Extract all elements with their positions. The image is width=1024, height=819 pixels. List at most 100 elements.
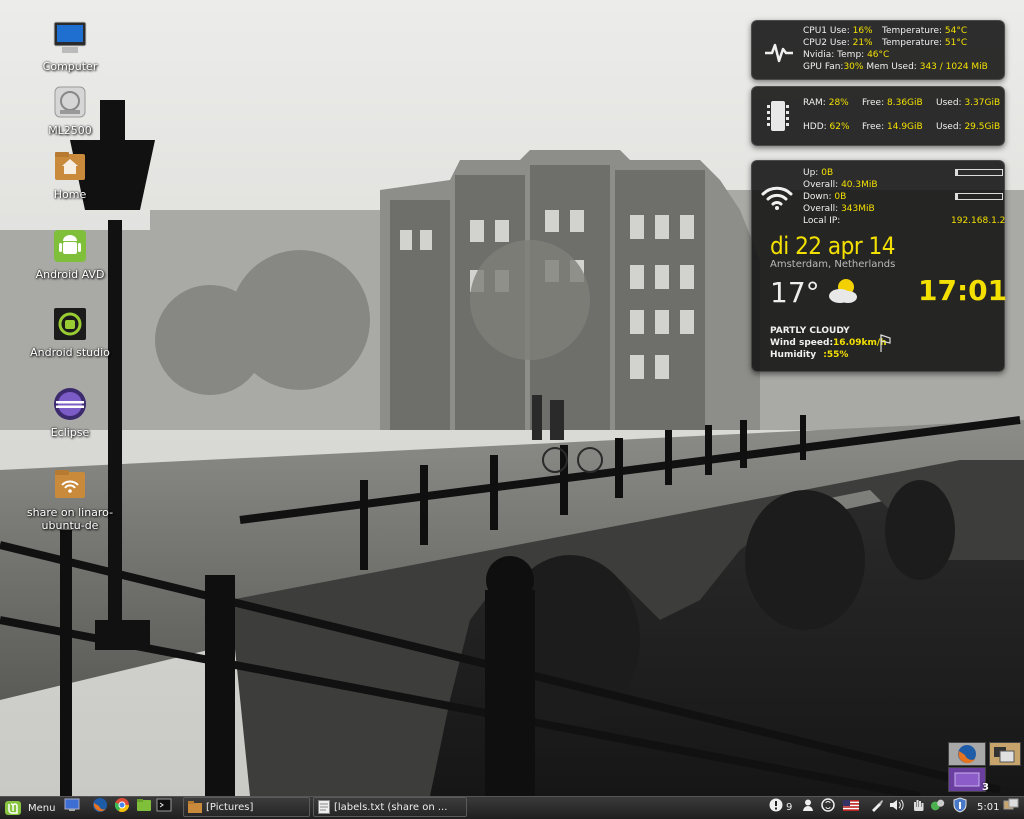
text-editor-icon (318, 800, 330, 814)
window-stack-icon (994, 747, 1015, 763)
android-studio-icon (52, 306, 88, 342)
hdd-label: HDD: (803, 122, 827, 132)
workspace-count-badge: 3 (982, 782, 989, 793)
user-icon[interactable] (800, 797, 816, 813)
eclipse-icon (52, 386, 88, 422)
workspace-thumbnail-1[interactable] (948, 742, 986, 766)
desktop-icon-android-studio[interactable]: Android studio (25, 306, 115, 359)
weather-location: Amsterdam, Netherlands (770, 259, 896, 270)
taskbar-window-labels-txt[interactable]: [labels.txt (share on ... (313, 797, 467, 817)
pen-tool-icon[interactable] (869, 797, 885, 813)
hand-icon[interactable] (910, 797, 926, 813)
menu-label: Menu (28, 802, 56, 814)
nvidia-label: Nvidia: Temp: (803, 50, 865, 60)
cpu1-label: CPU1 Use: (803, 26, 850, 36)
printer-icon (52, 84, 88, 120)
desktop-icon-network-share[interactable]: share on linaro-ubuntu-de (25, 466, 115, 532)
mint-logo-icon (5, 801, 21, 815)
upload-bar (955, 169, 1003, 176)
pulse-icon (764, 37, 794, 70)
desktop-switcher-icon[interactable] (1003, 797, 1019, 813)
cpu2-label: CPU2 Use: (803, 38, 850, 48)
workspace-thumbnail-3[interactable] (948, 767, 986, 792)
desktop-icon-printer[interactable]: ML2500 (25, 84, 115, 137)
hdd-used: 29.5GiB (964, 122, 1001, 132)
network-status-icon[interactable] (930, 797, 946, 813)
ram-free: 8.36GiB (887, 98, 923, 108)
net-down: 0B (834, 192, 847, 202)
partly-cloudy-icon (826, 277, 860, 308)
net-down-label: Down: (803, 192, 832, 202)
desktop-icon-label: Computer (42, 60, 98, 73)
skype-icon[interactable] (820, 797, 836, 813)
desktop-icon-android-avd[interactable]: Android AVD (25, 228, 115, 281)
security-shield-icon[interactable] (952, 797, 968, 813)
desktop-icon-home[interactable]: Home (25, 148, 115, 201)
weather-temperature: 17° (770, 276, 820, 309)
terminal-icon[interactable] (156, 797, 172, 813)
chrome-icon[interactable] (114, 797, 130, 813)
desktop-icon-computer[interactable]: Computer (25, 20, 115, 73)
wind-label: Wind speed: (770, 338, 834, 348)
taskbar-window-pictures[interactable]: [Pictures] (183, 797, 310, 817)
local-ip-label: Local IP: (803, 216, 841, 226)
ram-used-label: Used: (936, 98, 962, 108)
net-overall-up-label: Overall: (803, 180, 839, 190)
cpu2-temp: 51°C (944, 38, 968, 48)
clock[interactable]: 5:01 (977, 802, 999, 813)
conky-cpu-panel: CPU1 Use: 16% Temperature: 54°C CPU2 Use… (751, 20, 1005, 80)
gpu-fan-label: GPU Fan: (803, 62, 844, 72)
workspace-thumbnail-2[interactable] (989, 742, 1021, 766)
cpu2-temp-label: Temperature: (882, 38, 943, 48)
weather-time: 17:01 (918, 274, 1008, 307)
weather-date: di 22 apr 14 (770, 232, 896, 260)
cpu1-use: 16% (852, 26, 873, 36)
ram-used: 3.37GiB (964, 98, 1001, 108)
upload-bar-fill (956, 170, 959, 175)
monitor-icon (52, 20, 88, 56)
desktop-icon-label: Android AVD (35, 268, 105, 281)
net-overall-down: 343MiB (841, 204, 875, 214)
network-share-icon (52, 466, 88, 502)
hdd-free: 14.9GiB (887, 122, 923, 132)
taskbar: Menu [Pictures] [labels.txt (share on ..… (0, 796, 1024, 819)
download-bar (955, 193, 1003, 200)
ram-percent: 28% (828, 98, 849, 108)
purple-window-icon (954, 772, 980, 787)
nvidia-temp: 46°C (867, 50, 890, 60)
firefox-icon[interactable] (92, 797, 108, 813)
ram-free-label: Free: (862, 98, 885, 108)
net-overall-down-label: Overall: (803, 204, 839, 214)
hdd-used-label: Used: (936, 122, 962, 132)
gpu-fan: 30% (843, 62, 864, 72)
firefox-icon (958, 745, 976, 764)
conky-network-weather-panel: Up: 0B Overall: 40.3MiB Down: 0B Overall… (751, 160, 1008, 372)
show-desktop-icon[interactable] (64, 797, 80, 813)
android-icon (52, 228, 88, 264)
menu-button[interactable]: Menu (4, 797, 55, 819)
files-icon[interactable] (136, 797, 152, 813)
volume-icon[interactable] (889, 797, 905, 813)
hdd-free-label: Free: (862, 122, 885, 132)
cpu2-use: 21% (852, 38, 873, 48)
mem-used: 343 / 1024 MiB (919, 62, 988, 72)
desktop-icon-label: share on linaro-ubuntu-de (26, 506, 114, 532)
us-flag-icon[interactable] (843, 797, 859, 813)
windsock-icon (878, 333, 892, 356)
wifi-icon (760, 183, 794, 214)
local-ip: 192.168.1.2 (951, 216, 1006, 226)
cpu1-temp-label: Temperature: (882, 26, 943, 36)
hdd-percent: 62% (829, 122, 850, 132)
mem-used-label: Mem Used: (866, 62, 917, 72)
net-up: 0B (821, 168, 834, 178)
desktop-icon-label: ML2500 (48, 124, 92, 137)
home-folder-icon (52, 148, 88, 184)
desktop-icon-eclipse[interactable]: Eclipse (25, 386, 115, 439)
update-alert-icon[interactable] (768, 797, 784, 813)
update-count: 9 (786, 802, 793, 813)
memory-chip-icon (766, 99, 790, 136)
humidity: :55% (823, 350, 849, 360)
desktop-icon-label: Home (53, 188, 87, 201)
window-title: [Pictures] (206, 801, 254, 813)
cpu1-temp: 54°C (944, 26, 968, 36)
